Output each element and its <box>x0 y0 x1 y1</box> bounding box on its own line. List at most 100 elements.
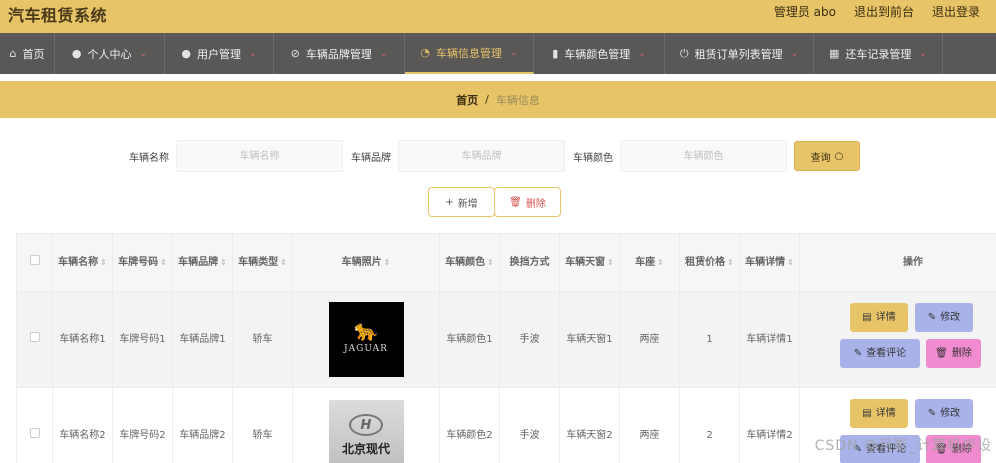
chevron-down-icon: ⌄ <box>379 48 388 59</box>
cell-detail: 车辆详情1 <box>739 291 800 388</box>
trash-icon: 🗑 <box>509 196 522 208</box>
delete-button[interactable]: 🗑 删除 <box>926 339 981 368</box>
column-header[interactable]: 车辆颜色 ⇕ <box>439 233 500 292</box>
home-icon: ⌂ <box>9 47 17 60</box>
row-actions: ▤ 详情 ✎ 修改 ✎ 查看评论 🗑 删除 <box>804 292 996 387</box>
sort-icon: ⇕ <box>160 257 167 267</box>
nav-item-label: 还车记录管理 <box>845 47 912 61</box>
sort-icon: ⇕ <box>100 257 107 267</box>
cell-vehicle-color: 车辆颜色2 <box>439 387 500 463</box>
exit-to-front-link[interactable]: 退出到前台 <box>854 3 914 20</box>
column-header: 换挡方式 <box>499 233 560 292</box>
nav-item-brand-management[interactable]: ⊘ 车辆品牌管理 ⌄ <box>274 33 405 74</box>
vehicle-color-label: 车辆颜色 <box>573 153 613 164</box>
bar-chart-icon: ▮ <box>552 47 559 60</box>
cell-vehicle-color: 车辆颜色1 <box>439 291 500 388</box>
cell-sunroof: 车辆天窗2 <box>559 387 620 463</box>
column-header[interactable]: 车辆名称 ⇕ <box>52 233 113 292</box>
column-header[interactable]: 车辆品牌 ⇕ <box>172 233 233 292</box>
cell-vehicle-type: 轿车 <box>232 387 293 463</box>
edit-label: 修改 <box>940 312 961 323</box>
row-checkbox[interactable] <box>29 332 40 342</box>
nav-item-personal-center[interactable]: ● 个人中心 ⌄ <box>55 33 165 74</box>
nav-item-color-management[interactable]: ▮ 车辆颜色管理 ⌄ <box>534 33 665 74</box>
delete-label: 删除 <box>525 198 546 210</box>
sort-icon: ⇕ <box>487 257 494 267</box>
pencil-icon: ✎ <box>927 408 937 419</box>
cell-gear-type: 手波 <box>499 387 560 463</box>
breadcrumb-current: 车辆信息 <box>495 93 540 107</box>
vehicle-brand-input[interactable] <box>398 140 565 172</box>
photo-brand-text: JAGUAR <box>344 343 388 354</box>
sort-icon: ⇕ <box>657 257 664 267</box>
detail-button[interactable]: ▤ 详情 <box>850 399 908 428</box>
jaguar-logo-icon: 🐆 <box>353 317 379 342</box>
chevron-down-icon: ⌄ <box>790 48 799 59</box>
view-reviews-label: 查看评论 <box>866 348 907 359</box>
column-header[interactable]: 车辆详情 ⇕ <box>739 233 800 292</box>
select-all-cell[interactable] <box>16 233 53 292</box>
document-icon: ▤ <box>862 312 872 323</box>
vehicle-photo-jaguar: 🐆 JAGUAR <box>328 302 404 377</box>
sort-icon: ⇕ <box>383 257 391 267</box>
view-reviews-button[interactable]: ✎ 查看评论 <box>840 339 920 368</box>
row-checkbox[interactable] <box>29 428 40 438</box>
cell-vehicle-brand: 车辆品牌1 <box>172 291 233 388</box>
user-icon: ● <box>71 47 82 60</box>
pencil-icon: ✎ <box>927 312 937 323</box>
nav-item-label: 车辆品牌管理 <box>305 47 372 61</box>
cell-vehicle-photo: H 北京现代 <box>292 387 440 463</box>
vehicle-name-label: 车辆名称 <box>129 153 169 164</box>
search-form: 车辆名称 车辆品牌 车辆颜色 查询 ○ <box>0 140 996 172</box>
column-header[interactable]: 租赁价格 ⇕ <box>679 233 740 292</box>
nav-item-label: 车辆颜色管理 <box>564 47 631 61</box>
row-select-cell[interactable] <box>16 291 53 388</box>
nav-item-home[interactable]: ⌂ 首页 <box>0 33 55 74</box>
chevron-down-icon: ⌄ <box>139 48 148 59</box>
edit-button[interactable]: ✎ 修改 <box>915 399 973 428</box>
sort-icon: ⇕ <box>280 257 287 267</box>
vehicle-name-input[interactable] <box>176 140 343 172</box>
select-all-checkbox[interactable] <box>29 255 40 265</box>
column-header[interactable]: 车辆照片 ⇕ <box>292 233 440 292</box>
column-header[interactable]: 车辆天窗 ⇕ <box>559 233 620 292</box>
nav-item-return-record-management[interactable]: ▦ 还车记录管理 ⌄ <box>814 33 943 74</box>
chevron-down-icon: ⌄ <box>919 48 927 59</box>
query-button[interactable]: 查询 ○ <box>794 141 860 171</box>
detail-label: 详情 <box>875 408 896 419</box>
vehicle-table: 车辆名称 ⇕ 车牌号码 ⇕ 车辆品牌 ⇕ 车辆类型 ⇕ 车辆照片 ⇕ 车辆颜色 ⇕ 换挡方式… <box>16 233 996 463</box>
nav-item-rental-order-management[interactable]: ⏻ 租赁订单列表管理 ⌄ <box>665 33 814 74</box>
nav-item-user-management[interactable]: ● 用户管理 ⌄ <box>165 33 274 74</box>
pencil-icon: ✎ <box>853 348 863 359</box>
column-header[interactable]: 车座 ⇕ <box>619 233 680 292</box>
sort-icon: ⇕ <box>727 257 734 267</box>
edit-button[interactable]: ✎ 修改 <box>915 303 973 332</box>
cell-vehicle-name: 车辆名称2 <box>52 387 113 463</box>
cell-price: 2 <box>679 387 740 463</box>
chevron-down-icon: ⌄ <box>249 48 257 59</box>
watermark: CSDN @月影_计算机毕设 <box>814 438 992 454</box>
batch-delete-button[interactable]: 🗑 删除 <box>494 187 561 217</box>
logout-link[interactable]: 退出登录 <box>932 3 980 20</box>
nav-item-vehicle-info-management[interactable]: ◔ 车辆信息管理 ⌄ <box>405 33 534 74</box>
breadcrumb-home[interactable]: 首页 <box>456 92 478 108</box>
top-header: 汽车租赁系统 管理员 abo 退出到前台 退出登录 <box>0 0 996 33</box>
app-title: 汽车租赁系统 <box>8 6 108 25</box>
table-header-row: 车辆名称 ⇕ 车牌号码 ⇕ 车辆品牌 ⇕ 车辆类型 ⇕ 车辆照片 ⇕ 车辆颜色 ⇕ 换挡方式… <box>16 233 996 292</box>
sort-icon: ⇕ <box>220 257 227 267</box>
row-select-cell[interactable] <box>16 387 53 463</box>
nav-item-label: 个人中心 <box>87 47 132 61</box>
vehicle-color-input[interactable] <box>620 140 787 172</box>
nav-item-label: 租赁订单列表管理 <box>694 47 783 61</box>
vehicle-photo-hyundai: H 北京现代 <box>328 399 404 463</box>
cell-seat: 两座 <box>619 387 680 463</box>
cell-vehicle-type: 轿车 <box>232 291 293 388</box>
detail-button[interactable]: ▤ 详情 <box>850 303 908 332</box>
nav-item-label: 车辆信息管理 <box>436 46 503 60</box>
table-row: 车辆名称1 车牌号码1 车辆品牌1 轿车 🐆 JAGUAR 车辆颜色1 手波 车… <box>16 291 996 388</box>
cell-vehicle-name: 车辆名称1 <box>52 291 113 388</box>
tag-icon: ⊘ <box>290 47 300 60</box>
column-header[interactable]: 车牌号码 ⇕ <box>112 233 173 292</box>
column-header[interactable]: 车辆类型 ⇕ <box>232 233 293 292</box>
add-button[interactable]: + 新增 <box>428 187 495 217</box>
